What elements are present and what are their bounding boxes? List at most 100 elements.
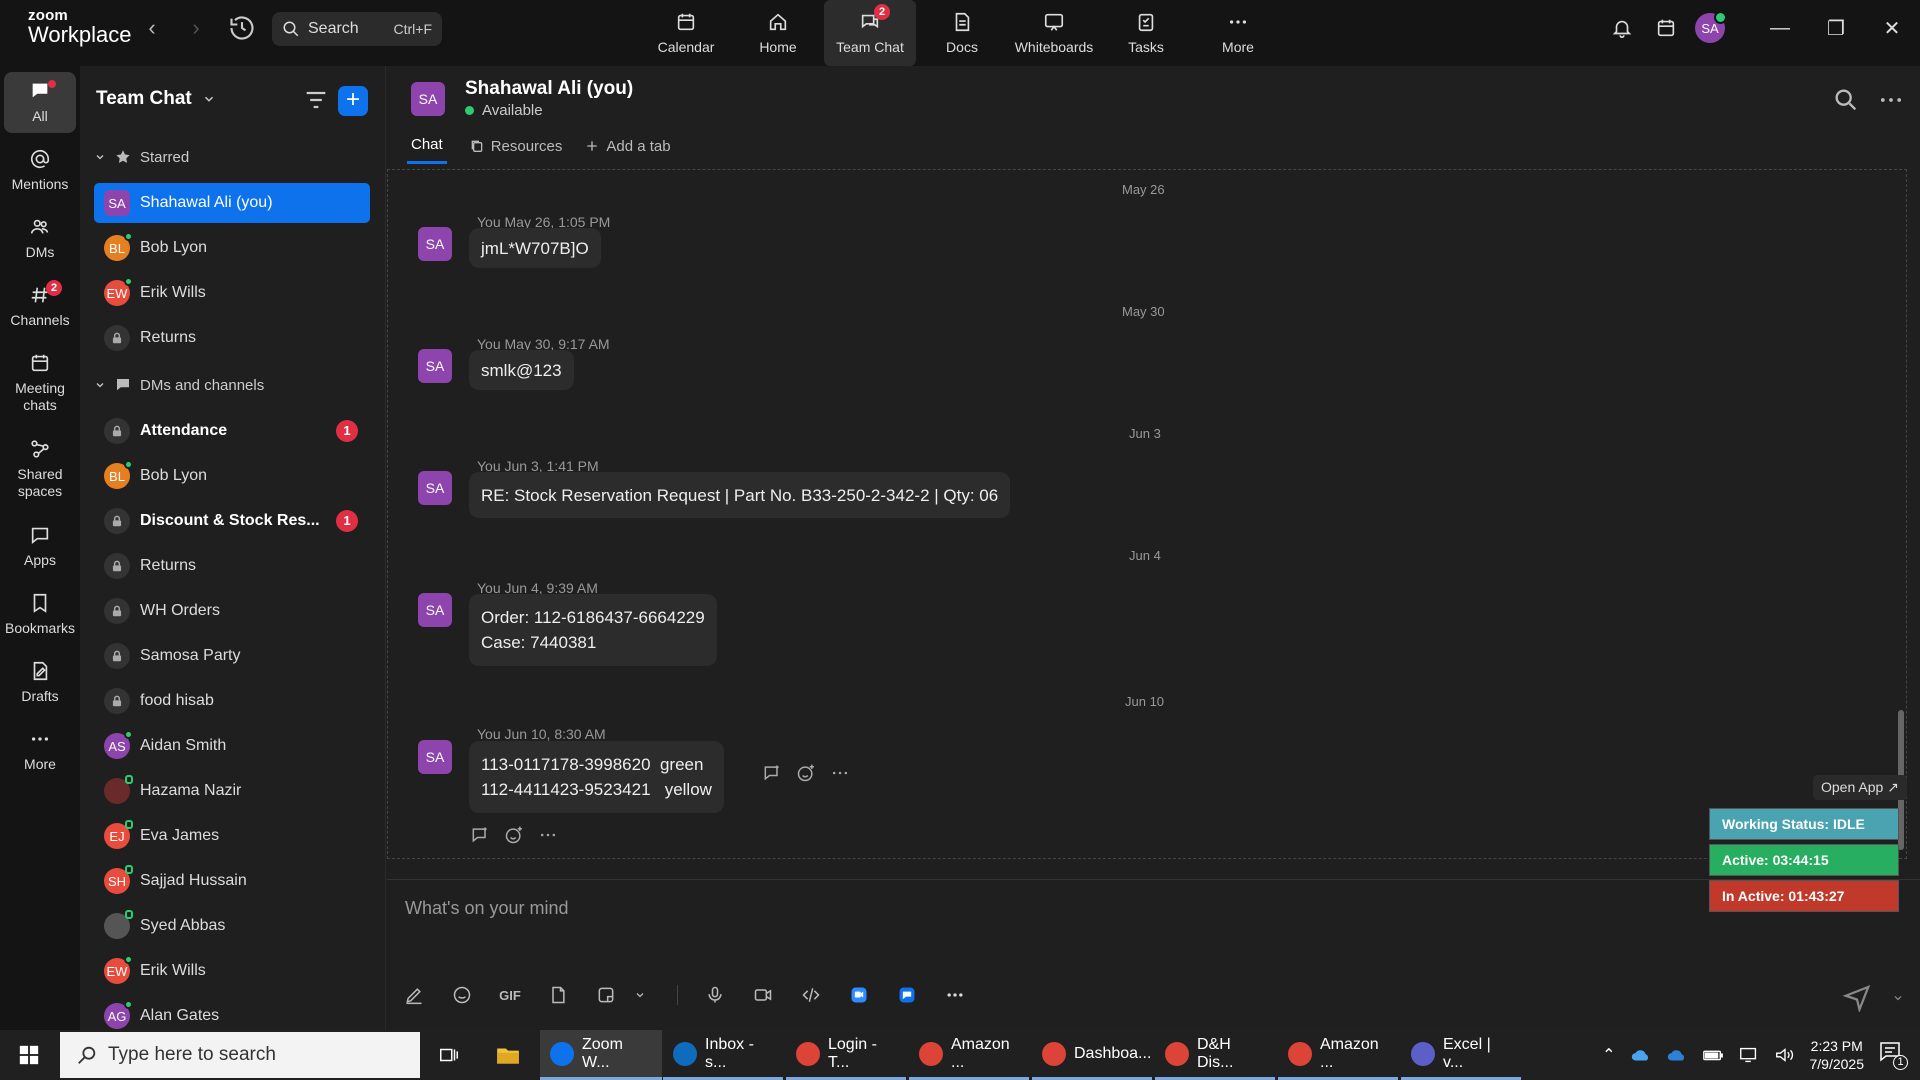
sidebar-dm-item[interactable]: BL Bob Lyon [94,228,370,268]
chevron-up-icon[interactable]: ⌃ [1602,1045,1615,1065]
search-icon[interactable] [1832,86,1860,114]
sidebar-title[interactable]: Team Chat [96,88,216,110]
message-bubble[interactable]: smlk@123 [469,350,574,390]
topnav-team-chat[interactable]: 2 Team Chat [824,0,916,66]
rail-item-channels[interactable]: 2 Channels [4,280,76,329]
new-chat-button[interactable]: + [338,86,368,116]
rail-item-dms[interactable]: DMs [4,216,76,261]
minimize-button[interactable]: — [1752,0,1808,56]
sidebar-dm-item[interactable]: EJ Eva James [94,816,370,856]
section-starred[interactable]: Starred [94,148,189,166]
attach-file-icon[interactable] [547,984,569,1006]
tab-chat[interactable]: Chat [407,136,447,164]
sidebar-channel-item[interactable]: food hisab [94,681,370,721]
sidebar-dm-item[interactable]: AG Alan Gates [94,996,370,1030]
microphone-icon[interactable] [704,984,726,1006]
rail-item-bookmarks[interactable]: Bookmarks [4,592,76,637]
send-icon[interactable] [1842,982,1872,1012]
topnav-whiteboards[interactable]: Whiteboards [1008,0,1100,66]
taskbar-app-item[interactable]: Dashboa... [1032,1030,1152,1080]
sidebar-channel-item[interactable]: Returns [94,318,370,358]
battery-icon[interactable] [1702,1047,1724,1063]
sidebar-channel-item[interactable]: Returns [94,546,370,586]
taskbar-search[interactable]: Type here to search [60,1032,420,1078]
sidebar-channel-item[interactable]: WH Orders [94,591,370,631]
tab-resources[interactable]: Resources [469,136,562,164]
filter-icon[interactable] [302,86,330,114]
taskbar-app-item[interactable]: Inbox - s... [663,1030,783,1080]
open-app-button[interactable]: Open App ↗ [1813,775,1907,800]
forward-arrow-icon[interactable]: › [184,16,208,40]
taskbar-app-item[interactable]: Excel | v... [1401,1030,1521,1080]
file-explorer-icon[interactable] [494,1042,522,1068]
rail-item-meeting-chats[interactable]: Meeting chats [4,352,76,414]
app-chat-icon[interactable] [896,984,918,1006]
onedrive-icon[interactable] [1630,1047,1652,1063]
rail-item-apps[interactable]: Apps [4,524,76,569]
chevron-down-icon[interactable] [629,984,651,1006]
rail-item-more[interactable]: More [4,728,76,773]
taskbar-app-item[interactable]: D&H Dis... [1155,1030,1275,1080]
windows-start-icon[interactable] [18,1044,40,1066]
app-zoom-icon[interactable] [848,984,870,1006]
emoji-icon[interactable] [451,984,473,1006]
more-options-icon[interactable] [1877,86,1905,114]
chevron-down-icon[interactable] [1892,992,1904,1004]
topnav-tasks[interactable]: Tasks [1100,0,1192,66]
taskbar-app-item[interactable]: Amazon ... [909,1030,1029,1080]
add-reaction-icon[interactable] [796,763,816,783]
taskbar-app-item[interactable]: Amazon ... [1278,1030,1398,1080]
sidebar-dm-item[interactable]: EW Erik Wills [94,951,370,991]
notifications-button[interactable] [1600,6,1644,50]
message-bubble[interactable]: jmL*W707B]O [469,228,601,268]
taskbar-app-item[interactable]: Login - T... [786,1030,906,1080]
history-icon[interactable] [228,14,256,42]
message-composer[interactable]: What's on your mind GIF [387,879,1920,1030]
rail-item-drafts[interactable]: Drafts [4,660,76,705]
message-bubble[interactable]: RE: Stock Reservation Request | Part No.… [469,472,1011,518]
task-view-icon[interactable] [438,1044,460,1066]
message-bubble[interactable]: Order: 112-6186437-6664229 Case: 7440381 [469,594,717,666]
message-bubble[interactable]: 113-0117178-3998620 green 112-4411423-95… [469,741,724,813]
calendar-panel-button[interactable] [1644,6,1688,50]
sidebar-dm-item[interactable]: BL Bob Lyon [94,456,370,496]
sidebar-channel-item[interactable]: Discount & Stock Res... 1 [94,501,370,541]
more-tools-icon[interactable] [944,984,966,1006]
sidebar-dm-item[interactable]: SA Shahawal Ali (you) [94,183,370,223]
system-clock[interactable]: 2:23 PM 7/9/2025 [1810,1037,1865,1073]
sidebar-channel-item[interactable]: Attendance 1 [94,411,370,451]
more-actions-icon[interactable] [830,763,850,783]
sidebar-dm-item[interactable]: AS Aidan Smith [94,726,370,766]
add-reaction-icon[interactable] [504,825,524,845]
video-clip-icon[interactable] [752,984,774,1006]
reply-thread-icon[interactable] [762,763,782,783]
sidebar-dm-item[interactable]: SH Sajjad Hussain [94,861,370,901]
reply-thread-icon[interactable] [470,825,490,845]
rail-item-shared-spaces[interactable]: Shared spaces [4,438,76,500]
topnav-calendar[interactable]: Calendar [640,0,732,66]
sidebar-channel-item[interactable]: Samosa Party [94,636,370,676]
gif-button[interactable]: GIF [499,984,521,1006]
topnav-more[interactable]: More [1192,0,1284,66]
rail-item-mentions[interactable]: Mentions [4,148,76,193]
tab-add[interactable]: Add a tab [584,136,671,164]
sidebar-dm-item[interactable]: EW Erik Wills [94,273,370,313]
section-dms-channels[interactable]: DMs and channels [94,376,264,394]
sidebar-dm-item[interactable]: Syed Abbas [94,906,370,946]
profile-button[interactable]: SA [1688,6,1732,50]
taskbar-app-item[interactable]: Zoom W... [540,1030,662,1080]
close-button[interactable]: ✕ [1864,0,1920,56]
restore-button[interactable]: ❐ [1808,0,1864,56]
back-arrow-icon[interactable]: ‹ [140,16,164,40]
onedrive-business-icon[interactable] [1666,1047,1688,1063]
search-box[interactable]: Search Ctrl+F [272,12,442,46]
topnav-docs[interactable]: Docs [916,0,1008,66]
code-snippet-icon[interactable] [800,984,822,1006]
topnav-home[interactable]: Home [732,0,824,66]
message-list[interactable]: May 26 You May 26, 1:05 PM SA jmL*W707B]… [387,169,1907,859]
more-actions-icon[interactable] [538,825,558,845]
volume-icon[interactable] [1774,1046,1796,1064]
network-icon[interactable] [1738,1046,1760,1064]
rail-item-all[interactable]: All [4,72,76,133]
sidebar-dm-item[interactable]: Hazama Nazir [94,771,370,811]
